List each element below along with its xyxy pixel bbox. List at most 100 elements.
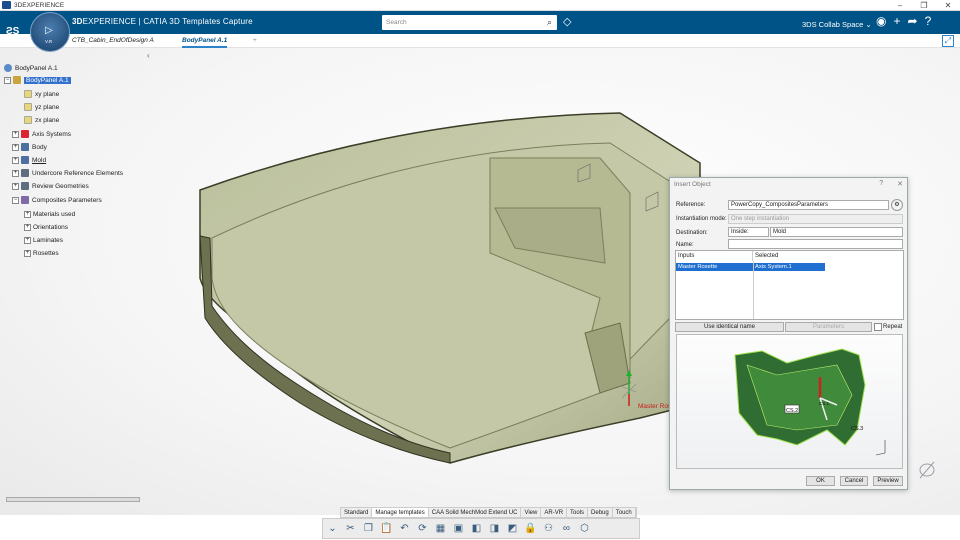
parameters-button[interactable]: Parameters — [785, 322, 872, 332]
cs2-label: CS.2 — [786, 408, 798, 414]
search-icon[interactable]: ⌕ — [547, 17, 552, 28]
collapse-icon[interactable]: − — [4, 76, 11, 84]
tree-item-xy-plane[interactable]: xy plane — [24, 88, 59, 100]
close-icon[interactable]: ✕ — [897, 180, 903, 188]
ok-button[interactable]: OK — [806, 476, 835, 486]
minimize-icon[interactable]: – — [888, 0, 912, 11]
robot-icon[interactable] — [919, 461, 935, 479]
tree-item-review-geometries[interactable]: + Review Geometries — [12, 180, 89, 192]
tab-caa-solid[interactable]: CAA Solid MechMod Extend UC — [429, 508, 522, 517]
help-icon[interactable]: ? — [879, 180, 883, 188]
browse-icon[interactable]: ⚙ — [891, 199, 903, 211]
copy-icon[interactable]: ❐ — [362, 522, 375, 535]
add-icon[interactable]: + — [893, 14, 900, 28]
tab-standard[interactable]: Standard — [341, 508, 373, 517]
use-identical-name-button[interactable]: Use identical name — [675, 322, 784, 332]
share-icon[interactable]: ➦ — [908, 14, 918, 28]
paste-icon[interactable]: 📋 — [380, 522, 393, 535]
tab-cabin[interactable]: CTB_Cabin_EndOfDesign A — [72, 34, 154, 48]
col-inputs: Inputs — [676, 251, 753, 261]
expand-icon[interactable]: + — [12, 182, 19, 190]
search-input[interactable]: Search — [386, 19, 407, 26]
mold-icon — [21, 156, 29, 164]
collab-space-dropdown[interactable]: 3DS Collab Space ⌄ — [802, 20, 872, 29]
tab-ar-vr[interactable]: AR-VR — [541, 508, 568, 517]
play-icon[interactable]: ▷ — [45, 25, 53, 36]
user-feature-icon[interactable]: ◧ — [470, 522, 483, 535]
tab-bodypanel[interactable]: BodyPanel A.1 — [182, 34, 228, 48]
tree-item-label: Mold — [32, 156, 47, 164]
help-icon[interactable]: ? — [925, 14, 932, 28]
tab-tools[interactable]: Tools — [567, 508, 589, 517]
expand-icon[interactable]: + — [24, 249, 31, 257]
tree-item-orientations[interactable]: + Orientations — [24, 221, 68, 233]
update-icon[interactable]: ⟳ — [416, 522, 429, 535]
chevron-down-icon[interactable]: ⌄ — [326, 522, 339, 535]
cs3-label: CS.3 — [851, 426, 863, 432]
tree-item-rosettes[interactable]: + Rosettes — [24, 247, 59, 259]
collapse-tree-icon[interactable]: ‹ — [147, 51, 150, 60]
tree-item-composites-parameters[interactable]: − Composites Parameters — [12, 194, 102, 206]
tree-item-body[interactable]: + Body — [12, 141, 47, 153]
name-input[interactable] — [728, 239, 903, 249]
destination-target[interactable]: Mold — [770, 227, 903, 237]
tree-part[interactable]: − BodyPanel A.1 — [4, 74, 71, 86]
tree-item-laminates[interactable]: + Laminates — [24, 234, 63, 246]
preview-button[interactable]: Preview — [873, 476, 903, 486]
tab-view[interactable]: View — [521, 508, 542, 517]
tree-root[interactable]: BodyPanel A.1 — [4, 62, 58, 74]
tree-item-axis-systems[interactable]: + Axis Systems — [12, 128, 71, 140]
expand-icon[interactable]: + — [24, 210, 31, 218]
tab-touch[interactable]: Touch — [613, 508, 636, 517]
tree-item-label: Undercore Reference Elements — [32, 169, 124, 177]
tree-item-materials-used[interactable]: + Materials used — [24, 208, 75, 220]
expand-icon[interactable]: + — [12, 130, 19, 138]
tree-item-label: Composites Parameters — [32, 196, 102, 204]
new-tab-button[interactable]: + — [253, 34, 257, 48]
reference-select[interactable]: PowerCopy_CompositesParameters — [728, 200, 889, 210]
expand-icon[interactable]: + — [12, 143, 19, 151]
expand-icon[interactable]: + — [24, 223, 31, 231]
undo-icon[interactable]: ↶ — [398, 522, 411, 535]
insert-object-icon[interactable]: ◨ — [488, 522, 501, 535]
tree-item-yz-plane[interactable]: yz plane — [24, 101, 59, 113]
compass[interactable]: ▷ V.R — [30, 12, 70, 52]
destination-select[interactable]: Inside: — [728, 227, 769, 237]
action-bar: Standard Manage templates CAA Solid Mech… — [0, 505, 960, 540]
table-cell-selected[interactable]: Axis System.1 — [753, 263, 825, 271]
toolbar: ⌄ ✂ ❐ 📋 ↶ ⟳ ▦ ▣ ◧ ◨ ◩ 🔒 ⚇ ∞ ⬡ — [322, 518, 640, 539]
search-box[interactable]: Search ⌕ — [382, 15, 557, 30]
tree-item-label: zx plane — [35, 116, 60, 124]
tab-manage-templates[interactable]: Manage templates — [372, 508, 429, 517]
template-icon[interactable]: ▦ — [434, 522, 447, 535]
restore-icon[interactable]: ❐ — [912, 0, 936, 11]
collapse-icon[interactable]: − — [12, 196, 19, 204]
tree-scrollbar[interactable] — [6, 497, 140, 502]
save-template-icon[interactable]: ⬡ — [578, 522, 591, 535]
close-icon[interactable]: ✕ — [936, 0, 960, 11]
mode-select[interactable]: One step instantiation — [728, 214, 903, 224]
dialog-title: Insert Object — [674, 181, 711, 188]
powercopy-icon[interactable]: ▣ — [452, 522, 465, 535]
cut-icon[interactable]: ✂ — [344, 522, 357, 535]
cancel-button[interactable]: Cancel — [840, 476, 868, 486]
lock-icon[interactable]: 🔒 — [524, 522, 537, 535]
tree-item-mold[interactable]: + Mold — [12, 154, 46, 166]
link-icon[interactable]: ∞ — [560, 522, 573, 535]
catalog-icon[interactable]: ◩ — [506, 522, 519, 535]
app-name: 3D Templates Capture — [169, 17, 253, 26]
composites-icon — [21, 196, 29, 204]
tag-icon[interactable]: ◇ — [563, 15, 571, 28]
tree-item-undercore[interactable]: + Undercore Reference Elements — [12, 167, 123, 179]
expand-icon[interactable]: + — [12, 169, 19, 177]
tab-debug[interactable]: Debug — [588, 508, 613, 517]
expand-icon[interactable]: ⤢ — [942, 35, 954, 47]
tree-item-zx-plane[interactable]: zx plane — [24, 114, 59, 126]
user-icon[interactable]: ◉ — [876, 14, 886, 28]
instantiate-icon[interactable]: ⚇ — [542, 522, 555, 535]
expand-icon[interactable]: + — [24, 236, 31, 244]
os-title-bar: 3DEXPERIENCE – ❐ ✕ — [0, 0, 960, 11]
table-cell-input[interactable]: Master Rosette — [676, 263, 753, 271]
repeat-checkbox[interactable] — [874, 323, 882, 331]
expand-icon[interactable]: + — [12, 156, 19, 164]
